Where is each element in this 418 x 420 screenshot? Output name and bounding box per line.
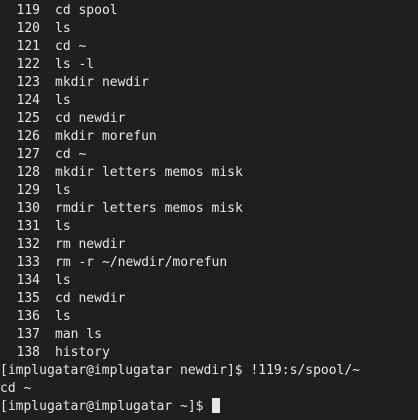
history-line: 119 cd spool xyxy=(0,2,418,20)
history-command: mkdir morefun xyxy=(55,129,157,144)
history-number: 125 xyxy=(16,111,40,126)
history-line: 126 mkdir morefun xyxy=(0,128,418,146)
history-line: 133 rm -r ~/newdir/morefun xyxy=(0,254,418,272)
text-cursor xyxy=(212,398,221,413)
history-number: 121 xyxy=(16,39,40,54)
history-command: cd newdir xyxy=(55,291,126,306)
history-number: 126 xyxy=(16,129,40,144)
history-command: ls xyxy=(55,273,71,288)
history-command: ls xyxy=(55,309,71,324)
history-line: 136 ls xyxy=(0,308,418,326)
history-number: 131 xyxy=(16,219,40,234)
history-line: 131 ls xyxy=(0,218,418,236)
history-command: history xyxy=(55,345,110,360)
history-command: mkdir newdir xyxy=(55,75,149,90)
history-command: ls -l xyxy=(55,57,95,72)
history-list: 119 cd spool 120 ls 121 cd ~ 122 ls -l 123 mk… xyxy=(0,2,418,362)
entered-command: !119:s/spool/~ xyxy=(250,363,361,378)
history-command: mkdir letters memos misk xyxy=(55,165,243,180)
history-line: 125 cd newdir xyxy=(0,110,418,128)
history-command: ls xyxy=(55,21,71,36)
history-line: 138 history xyxy=(0,344,418,362)
history-number: 123 xyxy=(16,75,40,90)
history-number: 137 xyxy=(16,327,40,342)
history-number: 129 xyxy=(16,183,40,198)
history-command: rm -r ~/newdir/morefun xyxy=(55,255,228,270)
history-command: rm newdir xyxy=(55,237,126,252)
shell-prompt: [implugatar@implugatar ~]$ xyxy=(0,399,212,414)
history-line: 124 ls xyxy=(0,92,418,110)
history-number: 138 xyxy=(16,345,40,360)
command-output: cd ~ xyxy=(0,381,32,396)
history-command: cd ~ xyxy=(55,39,87,54)
history-line: 128 mkdir letters memos misk xyxy=(0,164,418,182)
terminal-window[interactable]: 119 cd spool 120 ls 121 cd ~ 122 ls -l 123 mk… xyxy=(0,0,418,420)
history-line: 123 mkdir newdir xyxy=(0,74,418,92)
history-number: 119 xyxy=(16,3,40,18)
history-command: cd spool xyxy=(55,3,118,18)
history-line: 132 rm newdir xyxy=(0,236,418,254)
history-command: ls xyxy=(55,219,71,234)
history-number: 132 xyxy=(16,237,40,252)
history-number: 120 xyxy=(16,21,40,36)
history-line: 129 ls xyxy=(0,182,418,200)
history-line: 135 cd newdir xyxy=(0,290,418,308)
history-line: 127 cd ~ xyxy=(0,146,418,164)
history-number: 134 xyxy=(16,273,40,288)
prompt-line: [implugatar@implugatar newdir]$ !119:s/s… xyxy=(0,362,418,380)
history-number: 127 xyxy=(16,147,40,162)
history-command: cd ~ xyxy=(55,147,87,162)
history-number: 133 xyxy=(16,255,40,270)
history-number: 124 xyxy=(16,93,40,108)
history-line: 120 ls xyxy=(0,20,418,38)
history-number: 130 xyxy=(16,201,40,216)
history-command: rmdir letters memos misk xyxy=(55,201,243,216)
history-line: 134 ls xyxy=(0,272,418,290)
history-command: ls xyxy=(55,93,71,108)
history-command: cd newdir xyxy=(55,111,126,126)
history-command: man ls xyxy=(55,327,102,342)
history-line: 121 cd ~ xyxy=(0,38,418,56)
history-number: 128 xyxy=(16,165,40,180)
history-command: ls xyxy=(55,183,71,198)
history-line: 122 ls -l xyxy=(0,56,418,74)
history-number: 135 xyxy=(16,291,40,306)
history-line: 130 rmdir letters memos misk xyxy=(0,200,418,218)
active-prompt-line[interactable]: [implugatar@implugatar ~]$ xyxy=(0,398,418,416)
shell-prompt: [implugatar@implugatar newdir]$ xyxy=(0,363,251,378)
history-number: 136 xyxy=(16,309,40,324)
history-number: 122 xyxy=(16,57,40,72)
history-line: 137 man ls xyxy=(0,326,418,344)
